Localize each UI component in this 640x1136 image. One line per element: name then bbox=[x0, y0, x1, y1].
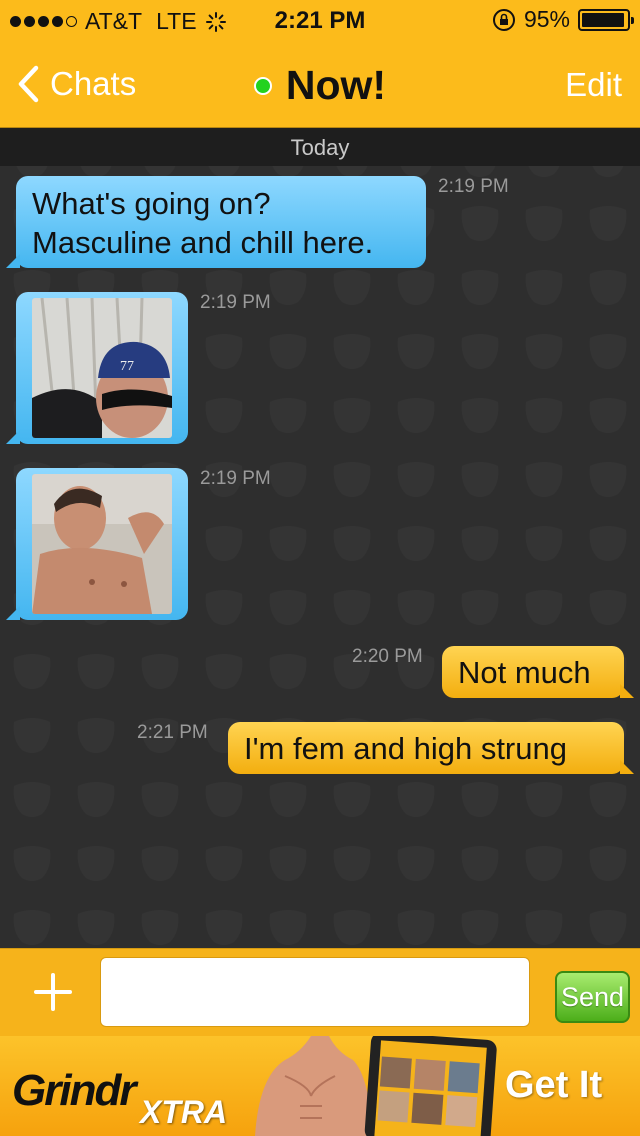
message-timestamp: 2:20 PM bbox=[352, 646, 423, 667]
message-text: Not much bbox=[458, 655, 591, 690]
chat-area[interactable]: Today What's going on? Masculine and chi… bbox=[0, 128, 640, 948]
message-outgoing[interactable]: I'm fem and high strung bbox=[228, 722, 634, 774]
ad-brand: Grindr bbox=[12, 1066, 136, 1115]
ad-banner[interactable]: Grindr XTRA Get It bbox=[0, 1036, 640, 1136]
date-separator: Today bbox=[0, 128, 640, 166]
message-outgoing[interactable]: Not much bbox=[442, 646, 634, 698]
photo-image bbox=[32, 474, 172, 614]
message-input[interactable] bbox=[100, 957, 530, 1027]
battery-fill bbox=[582, 12, 624, 27]
message-timestamp: 2:19 PM bbox=[200, 468, 271, 489]
battery-percent: 95% bbox=[523, 6, 570, 32]
ad-model-image bbox=[255, 1036, 373, 1136]
online-status-icon bbox=[253, 76, 272, 95]
svg-text:77: 77 bbox=[120, 359, 134, 374]
message-incoming-photo[interactable]: 77 bbox=[6, 292, 188, 444]
add-attachment-button[interactable] bbox=[30, 969, 76, 1015]
photo-thumbnail[interactable] bbox=[32, 474, 172, 614]
nav-bar: Chats Now! Edit bbox=[0, 40, 640, 128]
nav-title: Now! bbox=[0, 62, 640, 109]
page-title: Now! bbox=[285, 62, 387, 108]
input-bar: Send bbox=[0, 948, 640, 1036]
ad-subtitle: XTRA bbox=[140, 1094, 228, 1130]
status-right: 95% bbox=[492, 6, 634, 33]
message-incoming-photo[interactable] bbox=[6, 468, 188, 620]
battery-icon bbox=[578, 8, 634, 31]
message-timestamp: 2:19 PM bbox=[438, 176, 509, 197]
edit-button[interactable]: Edit bbox=[565, 66, 622, 104]
message-timestamp: 2:19 PM bbox=[200, 292, 271, 313]
status-bar: AT&T LTE 2:21 PM 95% bbox=[0, 0, 640, 40]
photo-thumbnail[interactable]: 77 bbox=[32, 298, 172, 438]
message-text: I'm fem and high strung bbox=[244, 731, 567, 766]
message-text-line: What's going on? bbox=[32, 186, 271, 221]
photo-image: 77 bbox=[32, 298, 172, 438]
send-button[interactable]: Send bbox=[555, 971, 630, 1023]
message-timestamp: 2:21 PM bbox=[137, 722, 208, 743]
message-text-line: Masculine and chill here. bbox=[32, 225, 374, 260]
message-incoming[interactable]: What's going on? Masculine and chill her… bbox=[6, 176, 426, 268]
ad-phone-image bbox=[364, 1036, 497, 1136]
ad-cta-button[interactable]: Get It bbox=[505, 1064, 602, 1107]
orientation-lock-icon bbox=[492, 8, 515, 31]
